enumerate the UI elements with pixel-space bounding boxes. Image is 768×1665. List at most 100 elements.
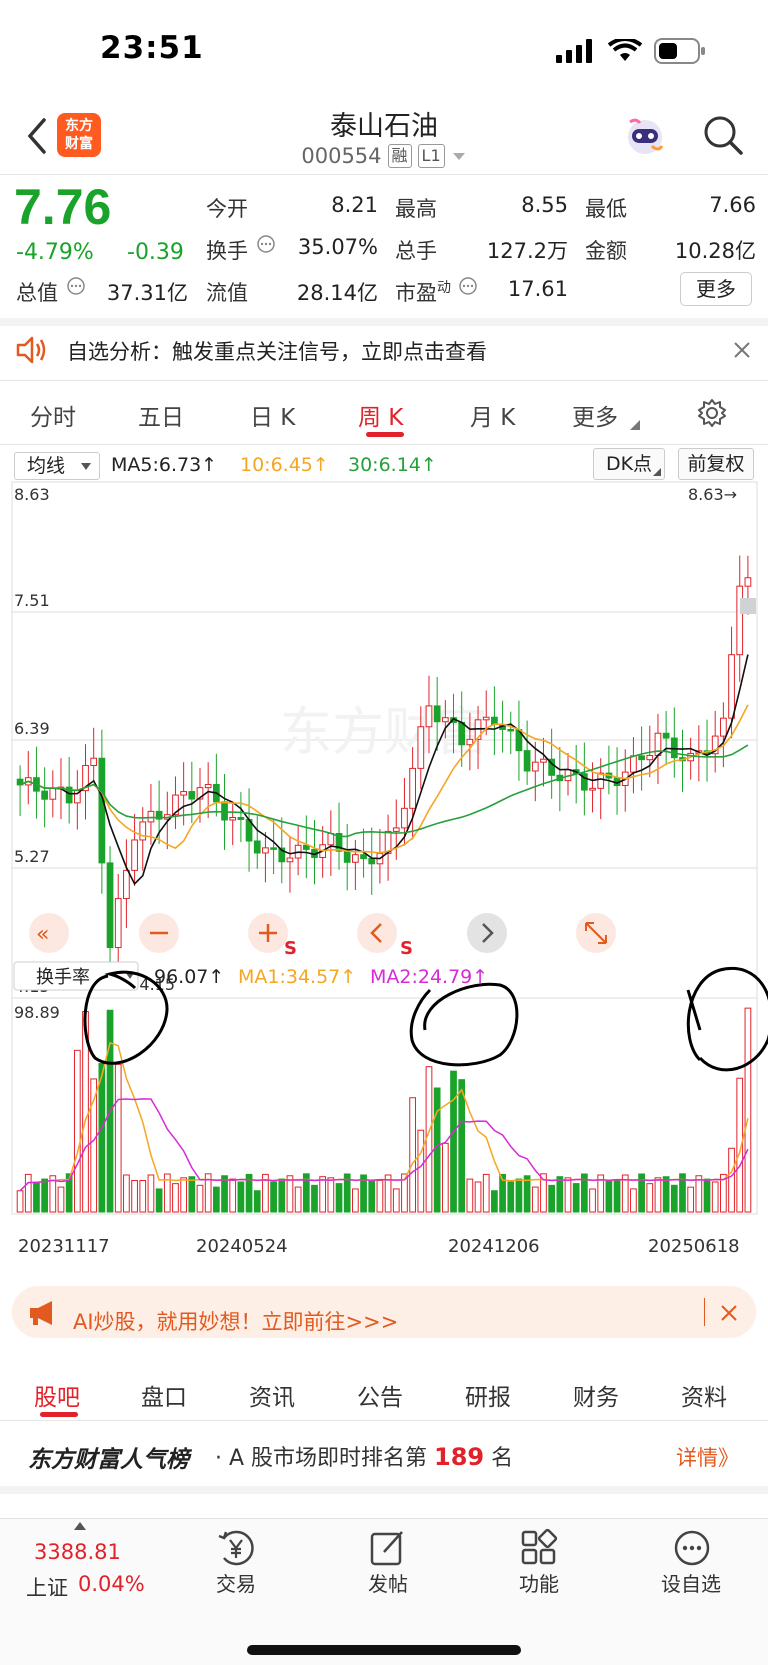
more-dots-icon[interactable] <box>672 1528 712 1568</box>
fullscreen-button[interactable] <box>576 913 616 953</box>
trade-yen-icon[interactable] <box>216 1528 256 1568</box>
turnover-bar <box>98 1063 106 1213</box>
ai-banner-text[interactable]: AI炒股，就用妙想！立即前往>>> <box>73 1306 398 1336</box>
change-amount: -0.39 <box>127 240 184 265</box>
candle-body <box>540 758 547 763</box>
cursor-marker <box>740 598 756 614</box>
y-tick: 8.63 <box>14 485 50 504</box>
tab-guba[interactable]: 股吧 <box>34 1378 80 1412</box>
turnover-bar <box>662 1176 670 1213</box>
more-button[interactable]: 更多 <box>680 272 752 306</box>
info-dots-icon[interactable] <box>458 276 478 296</box>
hand-drawn-circle <box>686 967 768 1072</box>
nav-add-watchlist[interactable]: 设自选 <box>646 1568 736 1597</box>
compose-icon[interactable] <box>368 1528 408 1568</box>
index-change: 0.04% <box>78 1572 145 1596</box>
sub-y-max: 98.89 <box>14 1003 60 1022</box>
turnover-bar <box>41 1178 48 1213</box>
tab-weekly-k[interactable]: 周 K <box>358 398 403 432</box>
robot-assistant-icon[interactable] <box>622 112 668 158</box>
candle-body <box>360 854 367 860</box>
move-left-button[interactable] <box>357 913 397 953</box>
search-icon[interactable] <box>700 112 746 158</box>
ma-select[interactable]: 均线 <box>14 452 100 480</box>
candle-body <box>90 757 98 766</box>
nav-post[interactable]: 发帖 <box>343 1568 433 1597</box>
turnover-bar <box>630 1188 637 1213</box>
hand-drawn-circle <box>409 982 519 1067</box>
candle-body <box>270 847 277 850</box>
index-value[interactable]: 3388.81 <box>34 1540 121 1564</box>
tab-intraday[interactable]: 分时 <box>30 398 76 432</box>
candle-body <box>188 791 196 800</box>
move-right-button[interactable] <box>467 913 507 953</box>
turnover-bar <box>114 1063 122 1213</box>
high-value: 8.55 <box>521 193 568 217</box>
ma5-line <box>19 654 749 886</box>
info-dots-icon[interactable] <box>66 276 86 296</box>
kline-chart[interactable]: 东方财富 8.63 7.51 6.39 5.27 4.15 8.63→ ←4.1… <box>0 480 768 1280</box>
close-icon[interactable] <box>720 1304 738 1322</box>
tab-news[interactable]: 资讯 <box>249 1378 295 1412</box>
candle-body <box>343 850 351 863</box>
last-price: 7.76 <box>14 179 112 235</box>
tab-finance[interactable]: 财务 <box>573 1378 619 1412</box>
tab-monthly-k[interactable]: 月 K <box>470 398 515 432</box>
turnover-label: 换手 <box>206 239 248 263</box>
zoom-plus-button[interactable] <box>248 913 288 953</box>
rank-detail-link[interactable]: 详情》 <box>676 1442 739 1472</box>
tab-research[interactable]: 研报 <box>465 1378 511 1412</box>
candle-body <box>229 816 237 821</box>
ma5-value: MA5:6.73↑ <box>111 454 218 476</box>
market-cap-label: 总值 <box>16 281 58 305</box>
adjust-price-button[interactable]: 前复权 <box>678 448 754 480</box>
turnover-bar <box>155 1188 163 1213</box>
info-dots-icon[interactable] <box>256 234 276 254</box>
nav-trade[interactable]: 交易 <box>191 1568 281 1597</box>
amount-value: 10.28亿 <box>674 239 756 263</box>
candles <box>16 555 752 974</box>
zoom-minus-button[interactable] <box>139 913 179 953</box>
pe-label-text: 市盈 <box>395 281 437 305</box>
turnover-bar <box>474 1181 482 1213</box>
turnover-bar <box>73 1049 81 1213</box>
tabs-divider <box>0 1420 768 1421</box>
candle-body <box>253 840 261 854</box>
section-gap <box>0 318 768 326</box>
turnover-bar <box>253 1190 261 1213</box>
turnover-bar <box>24 1173 32 1213</box>
status-time: 23:51 <box>100 30 204 66</box>
candle-body <box>441 717 449 723</box>
gear-icon[interactable] <box>697 398 727 428</box>
turnover-bar <box>450 1070 457 1213</box>
candle-body <box>531 761 539 772</box>
zoom-out-fast-button[interactable]: « <box>29 913 69 953</box>
candle-body <box>49 787 57 800</box>
low-value: 7.66 <box>709 193 756 217</box>
dk-point-button[interactable]: DK点 <box>593 448 665 480</box>
turnover-bar <box>139 1179 147 1213</box>
candle-body <box>392 827 400 832</box>
double-chevron-left-icon: « <box>36 922 49 947</box>
close-icon[interactable] <box>733 341 751 359</box>
candle-body <box>523 750 531 772</box>
candle-body <box>352 854 359 863</box>
header-divider <box>0 174 768 175</box>
tab-five-day[interactable]: 五日 <box>138 398 184 432</box>
tab-announcements[interactable]: 公告 <box>357 1378 403 1412</box>
high-label: 最高 <box>395 197 437 221</box>
popularity-text[interactable]: · A 股市场即时排名第 189 名 <box>215 1440 513 1472</box>
turnover-bar <box>352 1188 359 1213</box>
turnover-bar <box>695 1175 703 1213</box>
pe-label: 市盈动 <box>395 277 451 307</box>
turnover-bar <box>744 1007 752 1213</box>
tab-daily-k[interactable]: 日 K <box>250 398 295 432</box>
tab-pankou[interactable]: 盘口 <box>141 1378 187 1412</box>
tab-more[interactable]: 更多 <box>572 398 618 432</box>
grid-apps-icon[interactable] <box>519 1528 559 1568</box>
turnover-bar <box>482 1173 490 1213</box>
tab-profile[interactable]: 资料 <box>681 1378 727 1412</box>
wifi-icon <box>608 39 642 61</box>
nav-functions[interactable]: 功能 <box>494 1568 584 1597</box>
signal-banner-text[interactable]: 自选分析：触发重点关注信号，立即点击查看 <box>67 336 487 366</box>
